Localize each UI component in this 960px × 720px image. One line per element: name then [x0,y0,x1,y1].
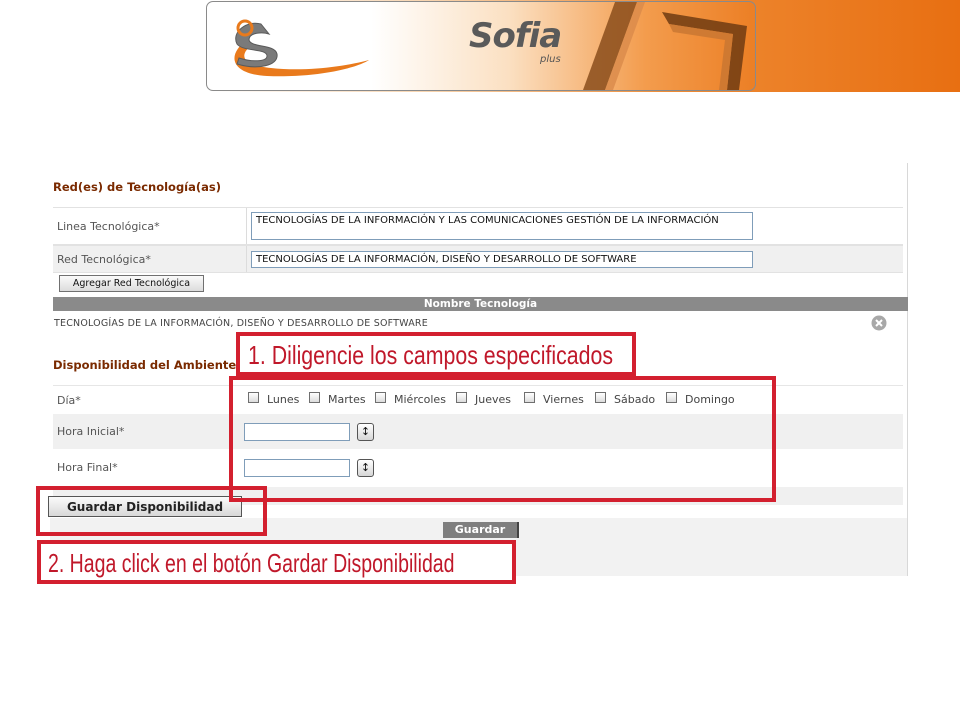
hora-inicial-label: Hora Inicial* [57,425,125,438]
save-availability-button[interactable]: Guardar Disponibilidad [48,496,242,517]
cell-separator [246,246,247,272]
annotation-step1-box: 1. Diligencie los campos especificados [236,332,636,376]
remove-circle-icon[interactable] [871,315,887,331]
row-red-tecnologica: Red Tecnológica* TECNOLOGÍAS DE LA INFOR… [53,245,903,273]
linea-tecnologica-label: Linea Tecnológica* [57,220,160,233]
logo-text: Sofia [469,16,562,56]
highlight-frame-fields [229,376,776,502]
annotation-step2-box: 2. Haga click en el botón Gardar Disponi… [37,540,516,584]
table-row-tecnologia: TECNOLOGÍAS DE LA INFORMACIÓN, DISEÑO Y … [54,318,428,329]
annotation-step2-text: 2. Haga click en el botón Gardar Disponi… [48,548,455,578]
linea-tecnologica-select[interactable]: TECNOLOGÍAS DE LA INFORMACIÓN Y LAS COMU… [251,212,753,240]
annotation-step1-text: 1. Diligencie los campos especificados [248,340,614,370]
red-tecnologica-select[interactable]: TECNOLOGÍAS DE LA INFORMACIÓN, DISEÑO Y … [251,251,753,268]
dia-label: Día* [57,394,81,407]
header-banner: Sofia plus [0,0,960,92]
logo-frame: Sofia plus [206,1,756,91]
save-button[interactable]: Guardar [443,522,519,538]
section-title-tech: Red(es) de Tecnología(as) [53,180,221,194]
section-title-availability: Disponibilidad del Ambiente [53,358,237,372]
red-tecnologica-label: Red Tecnológica* [57,253,151,266]
row-linea-tecnologica: Linea Tecnológica* TECNOLOGÍAS DE LA INF… [53,207,903,245]
cell-separator [246,208,247,244]
logo-subtext: plus [540,54,561,65]
hora-final-label: Hora Final* [57,461,118,474]
add-red-tecnologica-button[interactable]: Agregar Red Tecnológica [59,275,204,292]
panel-border [907,163,908,576]
table-header-nombre-tecnologia: Nombre Tecnología [53,297,908,311]
